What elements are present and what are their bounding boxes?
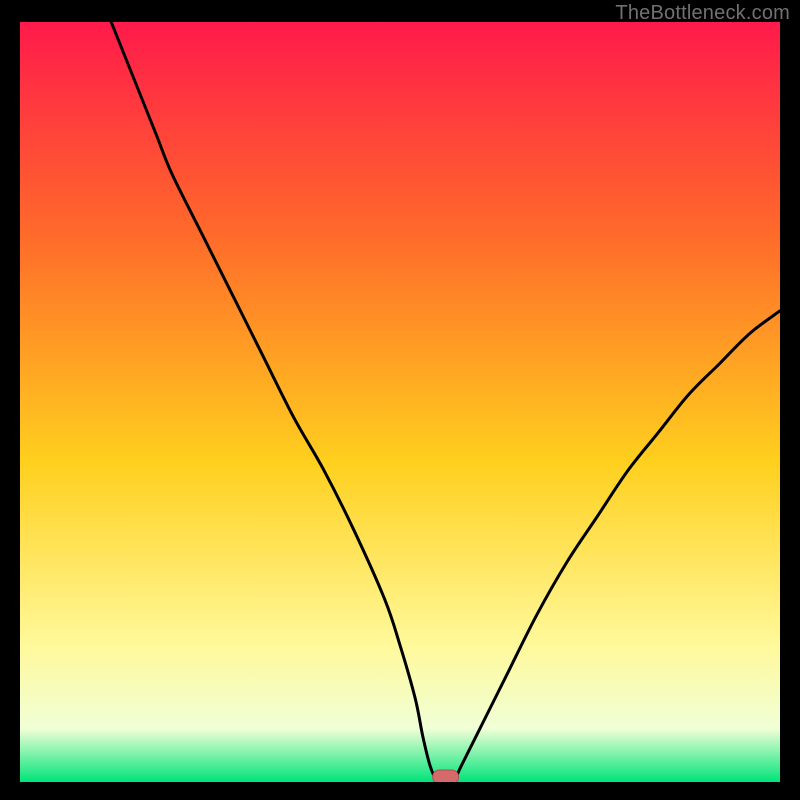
optimum-marker: [433, 770, 459, 782]
gradient-background: [20, 22, 780, 782]
plot-area: [20, 22, 780, 782]
watermark-text: TheBottleneck.com: [615, 2, 790, 25]
chart-svg: [20, 22, 780, 782]
chart-frame: TheBottleneck.com: [0, 0, 800, 800]
